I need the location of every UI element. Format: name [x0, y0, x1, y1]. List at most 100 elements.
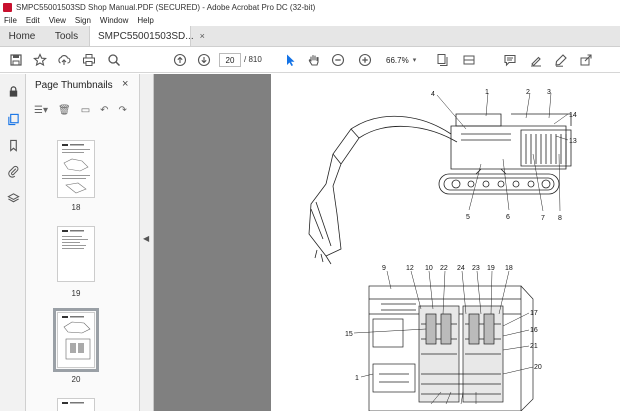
callout-label: 17: [530, 310, 538, 317]
bookmark-icon: [9, 139, 17, 152]
thumbnail-label: 18: [71, 203, 81, 212]
delete-icon[interactable]: 🗑: [58, 105, 71, 116]
tab-close-icon[interactable]: ×: [200, 31, 205, 41]
scroll-icon: [463, 55, 475, 65]
callout-label: 20: [534, 364, 542, 371]
share-icon: [580, 54, 592, 66]
paperclip-icon: [7, 165, 18, 178]
highlight-button[interactable]: [528, 51, 544, 69]
sign-button[interactable]: [553, 51, 569, 69]
thumbnail-page-18[interactable]: [57, 140, 95, 198]
thumbnail-page-19[interactable]: [57, 226, 95, 282]
chevron-down-icon: ▾: [412, 57, 417, 64]
top-leader-lines: [436, 92, 569, 212]
tab-document-label: SMPC55001503SD...: [98, 30, 194, 42]
menu-view[interactable]: View: [49, 16, 66, 25]
callout-label: 14: [569, 112, 577, 119]
callout-label: 4: [431, 91, 435, 98]
search-icon: [108, 54, 121, 67]
attachments-button[interactable]: [6, 164, 20, 178]
zoom-out-button[interactable]: [330, 51, 346, 69]
menu-help[interactable]: Help: [137, 16, 153, 25]
select-tool-button[interactable]: [282, 51, 298, 69]
panel-close-icon[interactable]: ×: [122, 78, 128, 90]
window-title: SMPC55001503SD Shop Manual.PDF (SECURED)…: [16, 2, 316, 12]
thumbnail-page-19-preview: [62, 230, 88, 249]
callout-label: 18: [505, 265, 513, 272]
callout-label: 12: [406, 265, 414, 272]
menu-window[interactable]: Window: [100, 16, 128, 25]
page-total: / 810: [244, 55, 262, 64]
panel-collapse-bar[interactable]: ◀: [140, 74, 154, 411]
page-thumbnails-panel: Page Thumbnails × ☰▾ 🗑 ▭ ↶ ↷ 18 19 20: [26, 74, 140, 411]
tab-home[interactable]: Home: [0, 26, 44, 46]
callout-label: 3: [547, 89, 551, 96]
save-button[interactable]: [8, 51, 24, 69]
menu-file[interactable]: File: [4, 16, 17, 25]
callout-label: 16: [530, 327, 538, 334]
next-page-button[interactable]: [196, 51, 212, 69]
callout-label: 23: [472, 265, 480, 272]
tab-document[interactable]: SMPC55001503SD... ×: [89, 26, 205, 46]
zoom-level-select[interactable]: 66.7% ▾: [383, 53, 421, 67]
toolbar: 20 / 810 66.7% ▾: [0, 47, 620, 73]
page-thumbnails-button[interactable]: [6, 112, 20, 126]
thumbnail-page-20-preview: [62, 316, 91, 360]
thumbnail-page-21[interactable]: [57, 398, 95, 411]
thumbnail-label: 19: [71, 289, 81, 298]
document-viewport[interactable]: 4 1 2 3 14 13 5 6 7 8 9 12 10 22 24 23 1…: [154, 74, 620, 411]
print-button[interactable]: [81, 51, 97, 69]
thumbnails-icon: [7, 113, 19, 125]
callout-label: 1: [355, 375, 359, 382]
hand-tool-button[interactable]: [306, 51, 322, 69]
bookmark-star-button[interactable]: [32, 51, 48, 69]
layers-button[interactable]: [6, 191, 20, 205]
callout-label: 5: [466, 214, 470, 221]
title-bar: SMPC55001503SD Shop Manual.PDF (SECURED)…: [0, 0, 620, 14]
callout-label: 9: [382, 265, 386, 272]
previous-page-button[interactable]: [172, 51, 188, 69]
zoom-out-icon: [331, 53, 345, 67]
callout-label: 22: [440, 265, 448, 272]
callout-label: 24: [457, 265, 465, 272]
arrow-down-icon: [197, 53, 211, 67]
left-navigation-rail: [0, 74, 26, 411]
comment-button[interactable]: [502, 51, 518, 69]
upload-button[interactable]: [56, 51, 72, 69]
menu-edit[interactable]: Edit: [26, 16, 40, 25]
page-display-button[interactable]: [432, 51, 452, 69]
callout-label: 7: [541, 215, 545, 222]
callout-label: 8: [558, 215, 562, 222]
undo-icon[interactable]: ↶: [100, 105, 108, 116]
redo-icon[interactable]: ↷: [119, 105, 127, 116]
menu-sign[interactable]: Sign: [75, 16, 91, 25]
comment-icon: [504, 54, 516, 67]
save-icon: [10, 54, 22, 66]
callout-label: 10: [425, 265, 433, 272]
insert-page-icon[interactable]: ▭: [81, 105, 90, 116]
print-icon: [83, 54, 95, 66]
highlighter-icon: [531, 56, 541, 67]
star-icon: [33, 53, 47, 67]
share-button[interactable]: [578, 51, 594, 69]
bookmarks-button[interactable]: [6, 138, 20, 152]
pen-sign-icon: [555, 54, 567, 67]
hand-icon: [308, 54, 319, 66]
cursor-icon: [287, 54, 295, 66]
search-button[interactable]: [106, 51, 122, 69]
lock-button[interactable]: [6, 84, 20, 98]
layers-icon: [6, 192, 20, 202]
tab-tools[interactable]: Tools: [44, 26, 89, 46]
callout-label: 1: [485, 89, 489, 96]
options-menu-icon[interactable]: ☰▾: [34, 105, 48, 116]
callout-label: 21: [530, 343, 538, 350]
zoom-in-button[interactable]: [357, 51, 373, 69]
callout-label: 19: [487, 265, 495, 272]
callout-label: 6: [506, 214, 510, 221]
thumbnail-page-20[interactable]: [53, 308, 99, 372]
callout-label: 2: [526, 89, 530, 96]
page-number-input[interactable]: 20: [219, 53, 241, 67]
scroll-mode-button[interactable]: [461, 51, 477, 69]
collapse-arrow-icon: ◀: [143, 234, 150, 243]
panel-title: Page Thumbnails: [35, 80, 113, 91]
